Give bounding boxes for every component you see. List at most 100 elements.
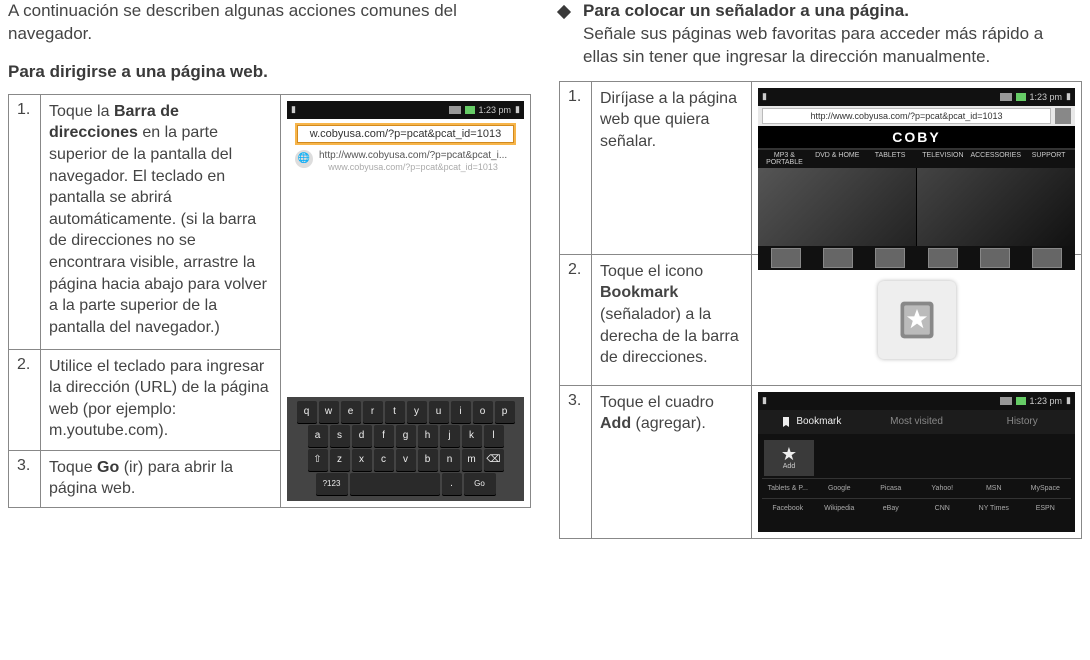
promo-image bbox=[758, 168, 916, 246]
promo-image bbox=[916, 168, 1075, 246]
key[interactable]: v bbox=[396, 449, 416, 471]
key[interactable]: x bbox=[352, 449, 372, 471]
key[interactable]: g bbox=[396, 425, 416, 447]
key-shift[interactable]: ⇧ bbox=[308, 449, 328, 471]
thumb[interactable] bbox=[980, 248, 1010, 268]
bookmarks-screen-screenshot: ▮ 1:23 pm ▮ Bookmark bbox=[758, 392, 1075, 532]
bm-tile[interactable]: CNN bbox=[917, 498, 969, 518]
key[interactable]: u bbox=[429, 401, 449, 423]
bm-tile[interactable]: Yahoo! bbox=[917, 478, 969, 498]
url-suggestion[interactable]: 🌐 http://www.cobyusa.com/?p=pcat&pcat_i.… bbox=[295, 147, 516, 177]
key[interactable]: f bbox=[374, 425, 394, 447]
signal-icon bbox=[1000, 93, 1012, 101]
key-period[interactable]: . bbox=[442, 473, 462, 495]
star-icon: ★ bbox=[781, 445, 797, 463]
step-number: 1. bbox=[9, 94, 41, 349]
bm-tile[interactable]: Facebook bbox=[762, 498, 814, 518]
battery-icon bbox=[465, 106, 475, 114]
bookmark-icon[interactable] bbox=[1055, 108, 1071, 124]
key[interactable]: l bbox=[484, 425, 504, 447]
step-number: 2. bbox=[560, 254, 592, 385]
bookmark-tab-icon bbox=[780, 416, 792, 428]
left-steps-table: 1. Toque la Barra de direcciones en la p… bbox=[8, 94, 531, 508]
status-bar: ▮ 1:23 pm ▮ bbox=[758, 88, 1075, 106]
key[interactable]: t bbox=[385, 401, 405, 423]
right-column: Para colocar un señalador a una página. … bbox=[559, 0, 1082, 539]
bm-tile[interactable]: Picasa bbox=[865, 478, 917, 498]
step-number: 1. bbox=[560, 81, 592, 254]
key-go[interactable]: Go bbox=[464, 473, 496, 495]
status-right-icon: ▮ bbox=[1066, 395, 1071, 406]
signal-icon bbox=[449, 106, 461, 114]
key[interactable]: r bbox=[363, 401, 383, 423]
key[interactable]: w bbox=[319, 401, 339, 423]
step-number: 3. bbox=[560, 385, 592, 538]
key[interactable]: b bbox=[418, 449, 438, 471]
bm-tile[interactable]: MSN bbox=[968, 478, 1020, 498]
key[interactable]: s bbox=[330, 425, 350, 447]
site-nav-tabs: MP3 & PORTABLE DVD & HOME TABLETS TELEVI… bbox=[758, 148, 1075, 168]
address-input[interactable]: w.cobyusa.com/?p=pcat&pcat_id=1013 bbox=[295, 123, 516, 145]
status-time: 1:23 pm bbox=[1030, 92, 1063, 102]
bm-tile[interactable]: Google bbox=[814, 478, 866, 498]
left-heading: Para dirigirse a una página web. bbox=[8, 62, 531, 82]
thumb[interactable] bbox=[823, 248, 853, 268]
step-text: Toque el icono Bookmark (señalador) a la… bbox=[592, 254, 752, 385]
shot3-cell: ▮ 1:23 pm ▮ Bookmark bbox=[752, 385, 1082, 538]
key[interactable]: e bbox=[341, 401, 361, 423]
signal-icon bbox=[1000, 397, 1012, 405]
bm-tile[interactable]: eBay bbox=[865, 498, 917, 518]
coby-page-screenshot: ▮ 1:23 pm ▮ http://www.cobyusa.com/?p=pc… bbox=[758, 88, 1075, 248]
key[interactable]: q bbox=[297, 401, 317, 423]
key[interactable]: d bbox=[352, 425, 372, 447]
key-space[interactable] bbox=[350, 473, 440, 495]
address-value[interactable]: http://www.cobyusa.com/?p=pcat&pcat_id=1… bbox=[762, 108, 1051, 124]
status-time: 1:23 pm bbox=[479, 105, 512, 115]
bm-tile[interactable]: ESPN bbox=[1020, 498, 1072, 518]
right-heading: Para colocar un señalador a una página. bbox=[583, 0, 1082, 23]
key-symbols[interactable]: ?123 bbox=[316, 473, 348, 495]
key[interactable]: o bbox=[473, 401, 493, 423]
key[interactable]: z bbox=[330, 449, 350, 471]
left-screenshot-cell: ▮ 1:23 pm ▮ w.cobyusa.com/?p=pcat&pcat_i… bbox=[281, 94, 531, 507]
tab-bookmark[interactable]: Bookmark bbox=[758, 410, 864, 434]
thumb[interactable] bbox=[928, 248, 958, 268]
key[interactable]: n bbox=[440, 449, 460, 471]
thumb[interactable] bbox=[771, 248, 801, 268]
status-time: 1:23 pm bbox=[1030, 396, 1063, 406]
tab-history[interactable]: History bbox=[969, 410, 1075, 433]
intro-text: A continuación se describen algunas acci… bbox=[8, 0, 531, 46]
bookmark-icon-large[interactable] bbox=[878, 281, 956, 359]
status-left-icon: ▮ bbox=[291, 104, 296, 115]
step-text: Toque el cuadro Add (agregar). bbox=[592, 385, 752, 538]
bm-tile[interactable]: NY Times bbox=[968, 498, 1020, 518]
status-right-icon: ▮ bbox=[1066, 91, 1071, 102]
key[interactable]: m bbox=[462, 449, 482, 471]
key-backspace[interactable]: ⌫ bbox=[484, 449, 504, 471]
key[interactable]: i bbox=[451, 401, 471, 423]
key[interactable]: a bbox=[308, 425, 328, 447]
bm-tile[interactable]: MySpace bbox=[1020, 478, 1072, 498]
add-bookmark-tile[interactable]: ★ Add bbox=[764, 440, 814, 476]
brand-logo: COBY bbox=[758, 126, 1075, 148]
step-text: Toque la Barra de direcciones en la part… bbox=[41, 94, 281, 349]
key[interactable]: c bbox=[374, 449, 394, 471]
step-text: Utilice el teclado para ingresar la dire… bbox=[41, 349, 281, 450]
thumb[interactable] bbox=[1032, 248, 1062, 268]
bm-tile[interactable]: Wikipedia bbox=[814, 498, 866, 518]
thumb[interactable] bbox=[875, 248, 905, 268]
battery-icon bbox=[1016, 397, 1026, 405]
status-bar: ▮ 1:23 pm ▮ bbox=[287, 101, 524, 119]
tab-most-visited[interactable]: Most visited bbox=[864, 410, 970, 433]
step-number: 3. bbox=[9, 450, 41, 507]
status-left-icon: ▮ bbox=[762, 395, 767, 406]
key[interactable]: k bbox=[462, 425, 482, 447]
key[interactable]: h bbox=[418, 425, 438, 447]
bookmark-star-icon bbox=[895, 298, 939, 342]
key[interactable]: p bbox=[495, 401, 515, 423]
on-screen-keyboard[interactable]: q w e r t y u i o p bbox=[287, 397, 524, 501]
key[interactable]: y bbox=[407, 401, 427, 423]
step-text: Diríjase a la página web que quiera seña… bbox=[592, 81, 752, 254]
key[interactable]: j bbox=[440, 425, 460, 447]
bm-tile[interactable]: Tablets & P... bbox=[762, 478, 814, 498]
